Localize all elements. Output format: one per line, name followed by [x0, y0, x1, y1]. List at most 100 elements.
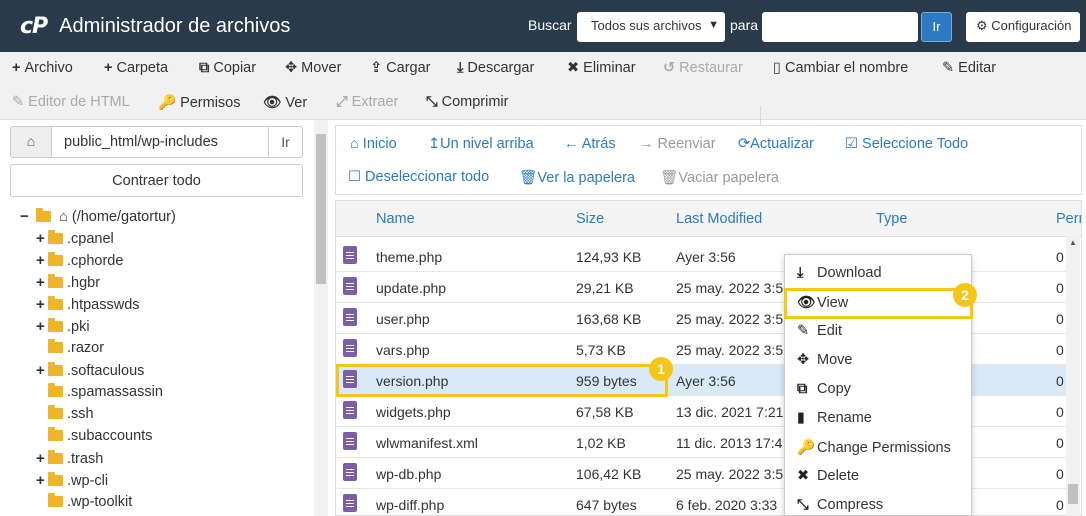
- path-go-button[interactable]: Ir: [268, 126, 303, 158]
- tree-folder[interactable]: + .wp-cli: [36, 472, 108, 494]
- download-label: Descargar: [467, 60, 535, 76]
- tree-folder[interactable]: .wp-toolkit: [36, 493, 132, 516]
- tree-root[interactable]: − ⌂ (/home/gatortur): [20, 208, 176, 230]
- settings-button[interactable]: ⚙ Configuración: [966, 12, 1080, 42]
- cell-size: 106,42 KB: [576, 466, 642, 482]
- nav-refresh-button[interactable]: ⟳Actualizar: [738, 136, 814, 152]
- expand-icon[interactable]: +: [36, 274, 48, 291]
- step-badge-1: 1: [649, 357, 673, 381]
- compress-button[interactable]: ⤡ Comprimir: [426, 94, 508, 110]
- cell-perms: 0: [1056, 249, 1064, 265]
- search-scope-select[interactable]: Todos sus archivos ▼: [577, 12, 725, 42]
- scrollbar-thumb[interactable]: [316, 134, 326, 284]
- tree-folder[interactable]: .ssh: [36, 405, 94, 428]
- extract-button[interactable]: ⤢ Extraer: [336, 94, 398, 110]
- move-label: Mover: [301, 60, 342, 76]
- path-input[interactable]: public_html/wp-includes: [51, 126, 269, 158]
- html-editor-icon: ✎: [12, 94, 25, 110]
- tree-folder[interactable]: + .trash: [36, 450, 103, 472]
- tree-folder[interactable]: + .pki: [36, 318, 90, 340]
- download-button[interactable]: ⤓ Descargar: [457, 60, 534, 76]
- cell-perms: 0: [1056, 311, 1064, 327]
- rename-icon: ▯: [773, 60, 781, 76]
- folder-icon: [48, 472, 63, 486]
- expand-icon[interactable]: +: [36, 252, 48, 269]
- select-all-label: Seleccione Todo: [862, 136, 969, 152]
- move-button[interactable]: ✥ Mover: [285, 60, 341, 76]
- toolbar: + Archivo + Carpeta ⧉ Copiar ✥ Mover ⇪ Cargar ⤓ Des…: [0, 52, 1086, 168]
- tree-folder-label: .subaccounts: [67, 428, 153, 444]
- ctx-move[interactable]: ✥ Move: [785, 346, 971, 375]
- tree-folder[interactable]: .razor: [36, 339, 104, 362]
- col-perms-header[interactable]: Perr: [1056, 211, 1081, 227]
- col-size-header[interactable]: Size: [576, 211, 604, 227]
- rename-button[interactable]: ▯ Cambiar el nombre: [773, 60, 908, 76]
- left-scrollbar[interactable]: [314, 120, 328, 516]
- collapse-all-button[interactable]: Contraer todo: [10, 164, 303, 197]
- settings-label: Configuración: [991, 18, 1072, 33]
- extract-icon: ⤢: [336, 94, 348, 110]
- copy-button[interactable]: ⧉ Copiar: [199, 60, 256, 76]
- download-icon: ⤓: [797, 265, 804, 281]
- tree-folder[interactable]: + .hgbr: [36, 274, 100, 296]
- tree-folder[interactable]: .spamassassin: [36, 383, 163, 406]
- arrow-right-icon: →: [639, 136, 654, 152]
- search-input[interactable]: [762, 12, 918, 42]
- folder-icon: [48, 274, 63, 288]
- ctx-edit[interactable]: ✎ Edit: [785, 317, 971, 346]
- expand-icon[interactable]: +: [36, 296, 48, 313]
- new-file-button[interactable]: + Archivo: [12, 60, 73, 76]
- expand-icon[interactable]: +: [36, 230, 48, 247]
- expand-icon[interactable]: +: [36, 362, 48, 379]
- nav-home-button[interactable]: ⌂ Inicio: [350, 136, 397, 152]
- compress-icon: ⤡: [797, 497, 809, 513]
- upload-button[interactable]: ⇪ Cargar: [370, 60, 430, 76]
- view-trash-button[interactable]: 🗑Ver la papelera: [519, 169, 635, 186]
- deselect-all-button[interactable]: ☐ Deseleccionar todo: [348, 169, 489, 185]
- nav-forward-button[interactable]: → Reenviar: [639, 136, 716, 152]
- ctx-delete[interactable]: ✖ Delete: [785, 462, 971, 491]
- restore-button[interactable]: ↺ Restaurar: [663, 60, 743, 76]
- col-name-header[interactable]: Name: [376, 211, 415, 227]
- col-modified-header[interactable]: Last Modified: [676, 211, 762, 227]
- ctx-download[interactable]: ⤓ Download: [785, 259, 971, 288]
- expand-icon[interactable]: +: [36, 472, 48, 489]
- ctx-rename[interactable]: ▮ Rename: [785, 404, 971, 433]
- copy-label: Copiar: [213, 60, 257, 76]
- ctx-copy[interactable]: ⧉ Copy: [785, 375, 971, 404]
- rename-label: Cambiar el nombre: [784, 60, 909, 76]
- file-icon: [343, 432, 357, 450]
- edit-button[interactable]: ✎ Editar: [942, 60, 996, 76]
- tree-folder[interactable]: + .softaculous: [36, 362, 144, 384]
- file-icon: [343, 246, 357, 264]
- tree-folder[interactable]: + .cphorde: [36, 252, 123, 274]
- ctx-download-label: Download: [817, 265, 882, 281]
- permissions-button[interactable]: 🔑 Permisos: [158, 94, 241, 111]
- table-scrollbar[interactable]: ▲: [1066, 236, 1080, 516]
- view-button[interactable]: 👁 Ver: [263, 94, 307, 111]
- delete-button[interactable]: ✖ Eliminar: [567, 60, 636, 76]
- ctx-change-permissions[interactable]: 🔑 Change Permissions: [785, 433, 971, 462]
- expand-icon[interactable]: +: [36, 318, 48, 335]
- home-path-button[interactable]: ⌂: [10, 126, 52, 158]
- cell-modified: 25 may. 2022 3:5: [676, 311, 784, 327]
- home-icon: ⌂: [59, 209, 68, 225]
- empty-trash-button[interactable]: 🗑Vaciar papelera: [660, 169, 779, 186]
- chevron-down-icon: ▼: [708, 19, 719, 31]
- ctx-compress[interactable]: ⤡ Compress: [785, 491, 971, 516]
- new-folder-button[interactable]: + Carpeta: [104, 60, 168, 76]
- empty-trash-label: Vaciar papelera: [678, 170, 779, 186]
- html-editor-button[interactable]: ✎ Editor de HTML: [12, 94, 130, 110]
- select-all-button[interactable]: ☑ Seleccione Todo: [845, 136, 968, 152]
- search-go-button[interactable]: Ir: [921, 12, 952, 42]
- cell-size: 647 bytes: [576, 497, 637, 513]
- nav-up-button[interactable]: ↥Un nivel arriba: [428, 136, 534, 152]
- col-type-header[interactable]: Type: [876, 211, 907, 227]
- tree-folder[interactable]: + .cpanel: [36, 230, 114, 252]
- scroll-up-arrow-icon[interactable]: ▲: [1069, 238, 1077, 247]
- expand-icon[interactable]: +: [36, 450, 48, 467]
- tree-folder[interactable]: .subaccounts: [36, 427, 153, 450]
- tree-folder[interactable]: + .htpasswds: [36, 296, 140, 318]
- nav-back-button[interactable]: ← Atrás: [564, 136, 616, 152]
- scrollbar-thumb[interactable]: [1068, 484, 1078, 504]
